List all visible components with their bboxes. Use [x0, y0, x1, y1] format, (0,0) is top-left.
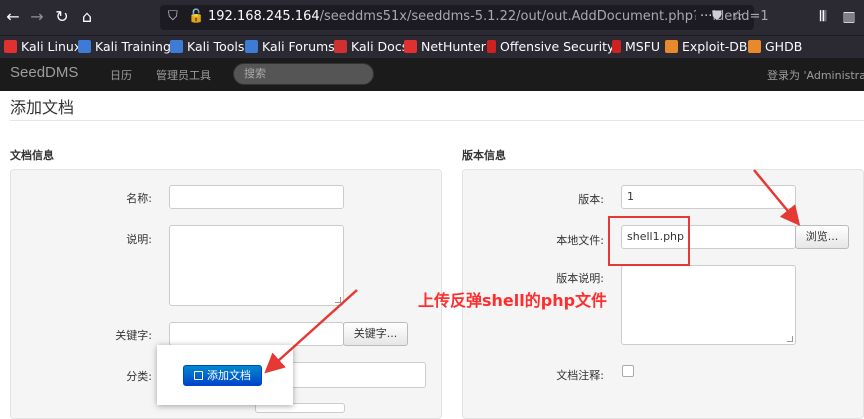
reload-icon[interactable]: ↻	[51, 6, 73, 28]
name-input[interactable]	[169, 185, 344, 209]
kali-icon	[404, 40, 417, 53]
brand[interactable]: SeedDMS	[10, 64, 78, 81]
comment-label: 说明:	[126, 233, 152, 246]
doc-comment-label: 文档注释:	[556, 369, 604, 382]
annotation-box	[608, 216, 690, 266]
bookmark-kali-docs[interactable]: Kali Docs	[334, 39, 408, 56]
kali-icon	[170, 40, 183, 53]
bookmark-nethunter[interactable]: NetHunter	[404, 39, 486, 56]
browse-button[interactable]: 浏览...	[795, 225, 849, 249]
bookmark-kali-tools[interactable]: Kali Tools	[170, 39, 244, 56]
browser-toolbar: ← → ↻ ⌂ ⛉ 🔓 192.168.245.164/seeddms51x/s…	[0, 0, 864, 35]
bookmark-kali-linux[interactable]: Kali Linux	[4, 39, 81, 56]
doc-comment-checkbox[interactable]	[622, 365, 634, 377]
keywords-input[interactable]	[169, 322, 344, 346]
shield-icon[interactable]: ⛉	[168, 9, 178, 24]
library-icon[interactable]: 𝄃𝄃	[812, 6, 834, 28]
bookmark-kali-training[interactable]: Kali Training	[78, 39, 171, 56]
resize-grip[interactable]	[335, 297, 341, 303]
version-comment-textarea[interactable]	[621, 265, 796, 345]
resize-grip[interactable]	[787, 336, 793, 342]
kali-icon	[4, 40, 17, 53]
doc-info-heading: 文档信息	[10, 149, 54, 162]
home-icon[interactable]: ⌂	[76, 6, 98, 28]
overflow-icon[interactable]: ···	[696, 9, 713, 24]
category-label: 分类:	[126, 370, 152, 383]
user-menu[interactable]: 登录为 'Administrato	[767, 67, 864, 83]
version-label: 版本:	[578, 193, 604, 206]
bookmark-star-icon[interactable]: ☆	[732, 9, 744, 24]
kali-icon	[245, 40, 258, 53]
sidebar-icon[interactable]: ▥	[838, 6, 860, 28]
exploit-db-icon	[665, 40, 678, 53]
bookmark-exploit-db[interactable]: Exploit-DB	[665, 39, 747, 56]
version-info-heading: 版本信息	[462, 149, 506, 162]
offsec-icon	[487, 40, 496, 53]
version-input[interactable]: 1	[621, 185, 796, 209]
save-icon	[194, 371, 203, 380]
bookmarks-bar: Kali Linux Kali Training Kali Tools Kali…	[0, 35, 864, 58]
divider	[10, 120, 864, 121]
comment-textarea[interactable]	[169, 225, 344, 306]
url-host: 192.168.245.164	[208, 9, 320, 24]
nav-calendar[interactable]: 日历	[110, 67, 132, 83]
kali-docs-icon	[334, 40, 347, 53]
annotation-text: 上传反弹shell的php文件	[418, 291, 608, 310]
kali-icon	[78, 40, 91, 53]
bookmark-msfu[interactable]: MSFU	[612, 39, 660, 56]
keywords-button[interactable]: 关键字...	[343, 322, 408, 346]
insecure-lock-icon[interactable]: 🔓	[188, 9, 204, 24]
url-bar[interactable]: ⛉ 🔓 192.168.245.164/seeddms51x/seeddms-5…	[160, 5, 769, 30]
offsec-icon	[612, 40, 621, 53]
name-label: 名称:	[126, 192, 152, 205]
bookmark-ghdb[interactable]: GHDB	[748, 39, 802, 56]
back-icon[interactable]: ←	[2, 6, 24, 28]
url-text[interactable]: 192.168.245.164/seeddms51x/seeddms-5.1.2…	[208, 9, 769, 24]
local-file-label: 本地文件:	[556, 234, 604, 247]
submit-popup: 添加文档	[157, 345, 293, 405]
bookmark-kali-forums[interactable]: Kali Forums	[245, 39, 335, 56]
bookmark-offensive-security[interactable]: Offensive Security	[487, 39, 614, 56]
forward-icon[interactable]: →	[26, 6, 48, 28]
version-comment-label: 版本说明:	[556, 272, 604, 285]
search-input[interactable]: 搜索	[233, 63, 374, 85]
pocket-icon[interactable]: ⛊	[712, 9, 722, 24]
nav-admin-tools[interactable]: 管理员工具	[156, 67, 211, 83]
add-document-button[interactable]: 添加文档	[183, 365, 262, 386]
app-navbar: SeedDMS 日历 管理员工具 搜索 登录为 'Administrato	[0, 58, 864, 91]
keywords-label: 关键字:	[115, 329, 152, 342]
exploit-db-icon	[748, 40, 761, 53]
page-title: 添加文档	[10, 98, 75, 117]
